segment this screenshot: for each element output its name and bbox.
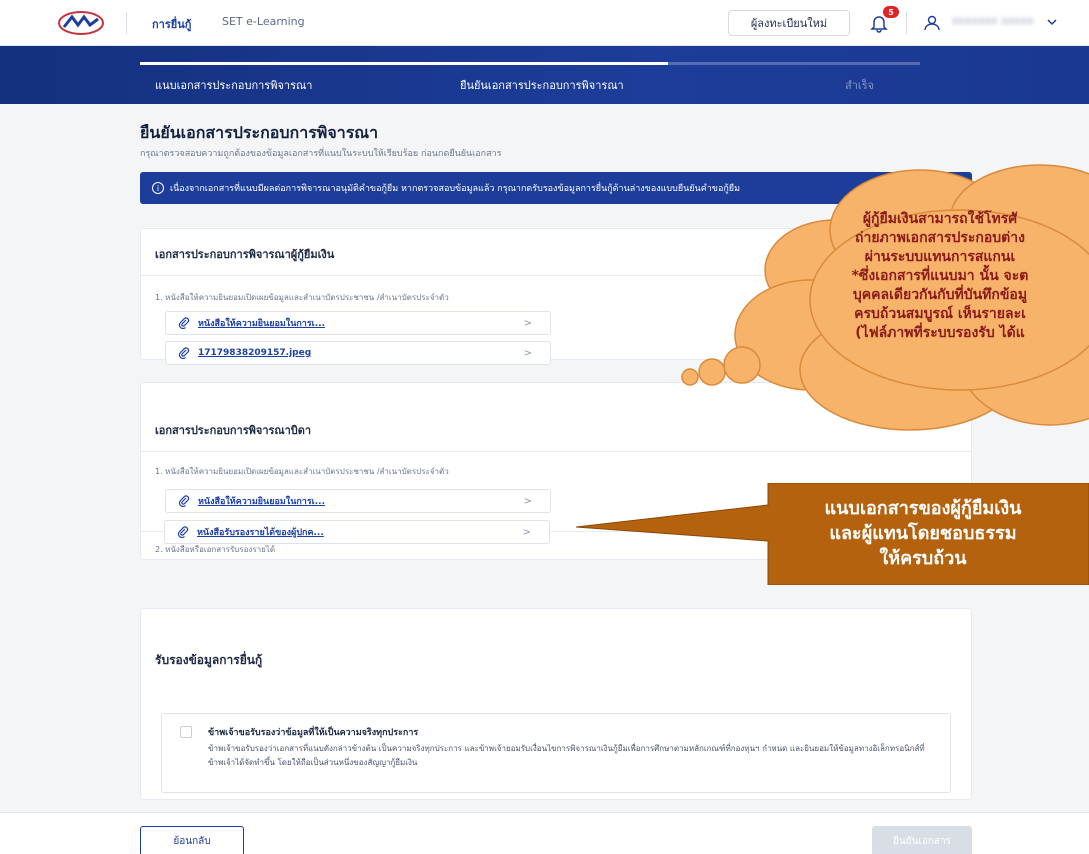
chevron-right-icon: > xyxy=(523,318,532,329)
doc-group-label: 1. หนังสือให้ความยินยอมเปิดเผยข้อมูลและส… xyxy=(155,467,449,476)
borrower-section-title: เอกสารประกอบการพิจารณาผู้กู้ยืมเงิน xyxy=(155,248,335,261)
info-icon: i xyxy=(152,182,164,194)
file-row[interactable]: หนังสือให้ความยินยอมในการเ... > xyxy=(165,311,551,335)
callout-annotation-text: แนบเอกสารของผู้กู้ยืมเงิน และผู้แทนโดยชอ… xyxy=(768,496,1078,571)
user-name[interactable]: xxxxxxx xxxxx xyxy=(952,14,1038,28)
nav-divider xyxy=(126,12,127,34)
header-divider xyxy=(906,12,907,34)
user-icon[interactable] xyxy=(922,13,942,33)
new-registrant-button[interactable]: ผู้ลงทะเบียนใหม่ xyxy=(728,10,850,36)
certify-section-title: รับรองข้อมูลการยื่นกู้ xyxy=(155,653,263,667)
callout-line: และผู้แทนโดยชอบธรรม xyxy=(829,523,1017,544)
notification-badge: 5 xyxy=(883,6,899,18)
chevron-down-icon[interactable] xyxy=(1045,15,1059,29)
doc-group-label: 2. หนังสือหรือเอกสารรับรองรายได้ xyxy=(155,545,276,554)
step-complete: สำเร็จ xyxy=(845,79,875,92)
cloud-line: ผู้กู้ยืมเงินสามารถใช้โทรศั xyxy=(862,211,1018,227)
cloud-line: ครบถ้วนสมบูรณ์ เห็นรายละเ xyxy=(854,306,1026,322)
cloud-line: ถ่ายภาพเอกสารประกอบต่าง xyxy=(855,230,1025,246)
nav-set-elearning[interactable]: SET e-Learning xyxy=(222,15,305,28)
confirm-documents-button[interactable]: ยืนยันเอกสาร xyxy=(872,826,972,854)
cloud-line: (ไฟล์ภาพที่ระบบรองรับ ได้แ xyxy=(855,325,1025,341)
paperclip-icon xyxy=(178,347,190,359)
file-name[interactable]: หนังสือให้ความยินยอมในการเ... xyxy=(198,316,325,330)
info-banner-text: เนื่องจากเอกสารที่แนบมีผลต่อการพิจารณาอน… xyxy=(170,184,741,194)
step-confirm-documents: ยืนยันเอกสารประกอบการพิจารณา xyxy=(460,79,624,92)
father-section-title: เอกสารประกอบการพิจารณาบิดา xyxy=(155,424,312,437)
chevron-right-icon: > xyxy=(522,527,531,538)
chevron-right-icon: > xyxy=(523,496,532,507)
file-row[interactable]: หนังสือรับรองรายได้ของผู้ปกค... > xyxy=(164,520,550,544)
page-title: ยืนยันเอกสารประกอบการพิจารณา xyxy=(140,123,379,142)
paperclip-icon xyxy=(178,317,190,329)
doc-group-label: 1. หนังสือให้ความยินยอมเปิดเผยข้อมูลและส… xyxy=(155,293,449,302)
cloud-line: *ซึ่งเอกสารที่แนบมา นั้น จะต xyxy=(851,268,1029,284)
cloud-line: ผ่านระบบแทนการสแกนเ xyxy=(864,249,1016,265)
chevron-right-icon: > xyxy=(523,348,532,359)
step-progress-bar: แนบเอกสารประกอบการพิจารณา ยืนยันเอกสารปร… xyxy=(0,46,1089,104)
cloud-annotation-text: ผู้กู้ยืมเงินสามารถใช้โทรศั ถ่ายภาพเอกสา… xyxy=(790,210,1089,343)
file-name[interactable]: 17179838209157.jpeg xyxy=(198,348,311,358)
file-row[interactable]: 17179838209157.jpeg > xyxy=(165,341,551,365)
page-subtitle: กรุณาตรวจสอบความถูกต้องของข้อมูลเอกสารที… xyxy=(140,149,502,159)
nav-loan-application[interactable]: การยื่นกู้ xyxy=(152,15,191,33)
cloud-line: บุคคลเดียวกันกับที่บันทึกข้อมู xyxy=(852,287,1028,303)
callout-line: แนบเอกสารของผู้กู้ยืมเงิน xyxy=(824,498,1022,519)
certify-checkbox-text: ข้าพเจ้าขอรับรองว่าเอกสารที่แนบดังกล่าวข… xyxy=(208,744,925,767)
certify-checkbox[interactable] xyxy=(180,726,192,738)
callout-line: ให้ครบถ้วน xyxy=(879,548,967,569)
back-button[interactable]: ย้อนกลับ xyxy=(140,826,244,854)
file-name[interactable]: หนังสือให้ความยินยอมในการเ... xyxy=(198,494,325,508)
paperclip-icon xyxy=(177,526,189,538)
step-attach-documents: แนบเอกสารประกอบการพิจารณา xyxy=(155,79,313,92)
paperclip-icon xyxy=(178,495,190,507)
file-row[interactable]: หนังสือให้ความยินยอมในการเ... > xyxy=(165,489,551,513)
top-header: การยื่นกู้ SET e-Learning ผู้ลงทะเบียนให… xyxy=(0,0,1089,46)
certify-card: รับรองข้อมูลการยื่นกู้ ข้าพเจ้าขอรับรองว… xyxy=(140,608,972,800)
step-progress-fill xyxy=(140,62,668,65)
file-name[interactable]: หนังสือรับรองรายได้ของผู้ปกค... xyxy=(197,525,324,539)
certify-checkbox-title: ข้าพเจ้าขอรับรองว่าข้อมูลที่ให้เป็นความจ… xyxy=(208,728,419,738)
card-divider xyxy=(141,451,971,452)
kyslf-logo[interactable] xyxy=(56,10,106,36)
certify-box: ข้าพเจ้าขอรับรองว่าข้อมูลที่ให้เป็นความจ… xyxy=(161,713,951,793)
